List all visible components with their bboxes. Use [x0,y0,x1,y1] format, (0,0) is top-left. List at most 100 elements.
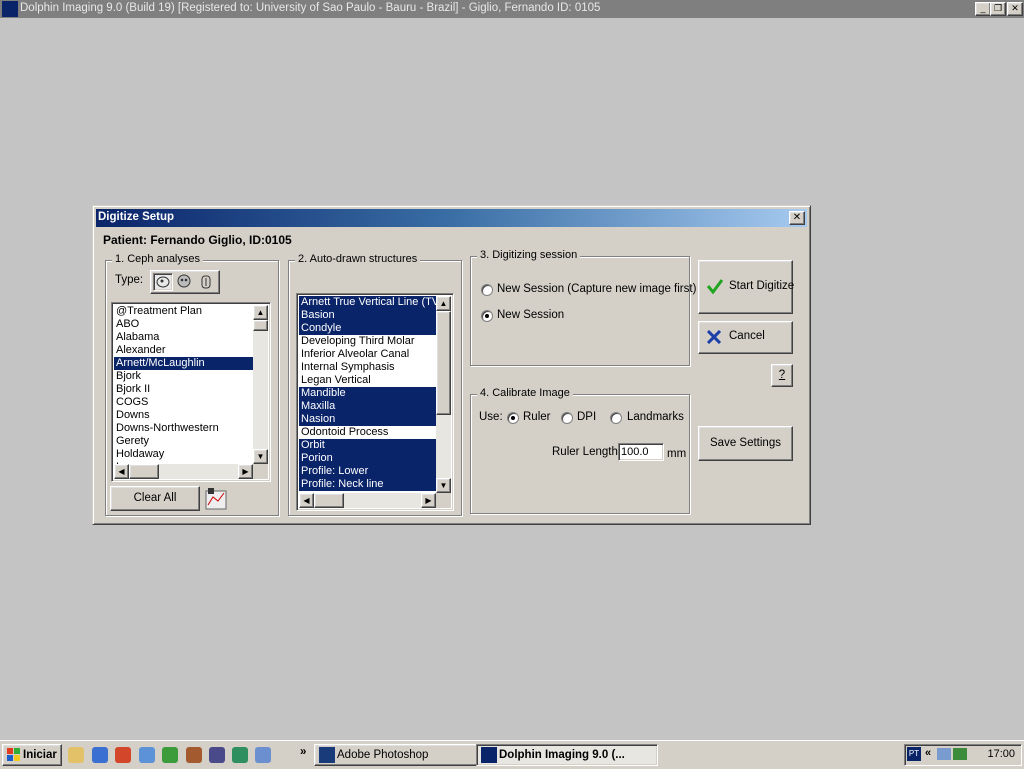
ceph-analysis-item[interactable]: Downs-Northwestern [114,422,253,435]
structure-item[interactable]: Porion [299,452,436,465]
scroll-down-icon[interactable]: ▼ [436,478,451,493]
network-tray-icon[interactable] [953,748,967,760]
media-player-icon[interactable] [162,747,178,763]
structure-item[interactable]: Developing Third Molar [299,335,436,348]
quicklaunch-chevron[interactable]: » [300,746,306,758]
scroll-right-icon[interactable]: ▶ [238,464,253,479]
scroll-up-icon[interactable]: ▲ [436,296,451,311]
new-session-radio[interactable] [481,310,493,322]
ruler-radio[interactable] [507,412,519,424]
structure-item[interactable]: Mandible [299,387,436,400]
outlook-icon[interactable] [139,747,155,763]
new-session-capture-label[interactable]: New Session (Capture new image first) [497,283,696,295]
tool-icon[interactable] [209,747,225,763]
ceph-analysis-item[interactable]: Arnett/McLaughlin [114,357,253,370]
scroll-thumb[interactable] [253,320,268,331]
tray-chevron[interactable]: « [925,747,931,759]
taskbar-button-dolphin[interactable]: Dolphin Imaging 9.0 (... [476,744,658,766]
dpi-radio[interactable] [561,412,573,424]
ceph-analysis-item[interactable]: Holdaway [114,448,253,461]
structure-item[interactable]: Profile: Neck line [299,478,436,491]
new-session-label[interactable]: New Session [497,309,564,321]
dolphin-app-icon[interactable] [2,1,18,17]
scroll-left-icon[interactable]: ◀ [299,493,314,508]
structure-item[interactable]: Basion [299,309,436,322]
ruler-length-unit: mm [667,448,687,460]
dpi-label[interactable]: DPI [577,411,596,423]
scroll-up-icon[interactable]: ▲ [253,305,268,320]
structure-item[interactable]: Maxilla [299,400,436,413]
digitizing-session-legend: 3. Digitizing session [477,249,581,261]
ceph-analysis-item[interactable]: COGS [114,396,253,409]
restore-button[interactable]: ❐ [990,2,1006,16]
skull-lateral-type-icon[interactable] [153,273,173,291]
ruler-label[interactable]: Ruler [523,411,550,423]
minimize-button[interactable]: _ [975,2,991,16]
structure-item[interactable]: Orbit [299,439,436,452]
scroll-thumb[interactable] [314,493,344,508]
taskbar: Iniciar » Adobe Photoshop Dolphin Imagin… [0,740,1024,769]
ceph-analysis-item[interactable]: ABO [114,318,253,331]
scroll-thumb[interactable] [129,464,159,479]
clear-all-button[interactable]: Clear All [110,486,200,511]
globe-icon[interactable] [255,747,271,763]
structures-list[interactable]: Arnett True Vertical Line (TVL) Basion Con… [296,293,454,511]
display-icon[interactable] [937,748,951,760]
start-button[interactable]: Iniciar [2,744,62,766]
ceph-analyses-legend: 1. Ceph analyses [112,253,203,265]
landmarks-radio[interactable] [610,412,622,424]
ruler-length-input[interactable] [618,443,664,461]
ceph-list-horizontal-scrollbar[interactable]: ◀ ▶ [114,464,253,479]
language-indicator[interactable]: PT [907,747,921,761]
clock: 17:00 [987,748,1015,760]
new-session-capture-radio[interactable] [481,284,493,296]
photoshop-icon [319,747,335,763]
ceph-analysis-item[interactable]: @Treatment Plan [114,305,253,318]
close-app-button[interactable]: ✕ [1007,2,1023,16]
structure-item[interactable]: Inferior Alveolar Canal [299,348,436,361]
internet-explorer-icon[interactable] [92,747,108,763]
structures-vertical-scrollbar[interactable]: ▲ ▼ [436,296,451,493]
ceph-analysis-item[interactable]: Bjork [114,370,253,383]
ceph-analyses-items: @Treatment Plan ABO Alabama Alexander Arnett… [114,305,253,464]
structure-item[interactable]: Odontoid Process [299,426,436,439]
help-button[interactable]: ? [771,364,793,387]
ceph-list-vertical-scrollbar[interactable]: ▲ ▼ [253,305,268,464]
tooth-type-icon[interactable] [197,273,215,291]
ceph-analyses-list[interactable]: @Treatment Plan ABO Alabama Alexander Arnett… [111,302,271,482]
structure-item[interactable]: Arnett True Vertical Line (TVL) [299,296,436,309]
system-tray: PT « 17:00 [904,744,1022,766]
structure-item[interactable]: Condyle [299,322,436,335]
skull-frontal-type-icon[interactable] [175,273,193,291]
ceph-analysis-item[interactable]: Downs [114,409,253,422]
scroll-thumb[interactable] [436,311,451,415]
structure-item[interactable]: Profile: Lower [299,465,436,478]
structure-item[interactable]: Legan Vertical [299,374,436,387]
landmarks-label[interactable]: Landmarks [627,411,684,423]
scroll-left-icon[interactable]: ◀ [114,464,129,479]
ceph-analysis-item[interactable]: Alexander [114,344,253,357]
paint-icon[interactable] [186,747,202,763]
app-title-bar[interactable]: Dolphin Imaging 9.0 (Build 19) [Register… [0,0,1024,18]
taskbar-button-photoshop[interactable]: Adobe Photoshop [314,744,494,766]
structure-item[interactable]: Nasion [299,413,436,426]
structure-item[interactable]: Internal Symphasis [299,361,436,374]
network-icon[interactable] [232,747,248,763]
save-settings-button[interactable]: Save Settings [698,426,793,461]
start-digitize-button[interactable]: Start Digitize [698,260,794,314]
scroll-down-icon[interactable]: ▼ [253,449,268,464]
folder-icon[interactable] [68,747,84,763]
dialog-title-bar[interactable]: Digitize Setup ✕ [96,209,807,227]
media-icon[interactable] [115,747,131,763]
digitizing-session-group: 3. Digitizing session New Session (Captu… [470,249,696,366]
structures-horizontal-scrollbar[interactable]: ◀ ▶ [299,493,436,508]
calibrate-image-group: 4. Calibrate Image Use: Ruler DPI Landma… [470,387,690,514]
ceph-analysis-item[interactable]: Gerety [114,435,253,448]
ceph-analysis-item[interactable]: Alabama [114,331,253,344]
structures-items: Arnett True Vertical Line (TVL) Basion Con… [299,296,436,493]
cancel-button[interactable]: Cancel [698,321,793,354]
ceph-analysis-item[interactable]: Bjork II [114,383,253,396]
dialog-close-button[interactable]: ✕ [789,211,805,225]
chart-settings-icon[interactable] [204,487,228,511]
scroll-right-icon[interactable]: ▶ [421,493,436,508]
